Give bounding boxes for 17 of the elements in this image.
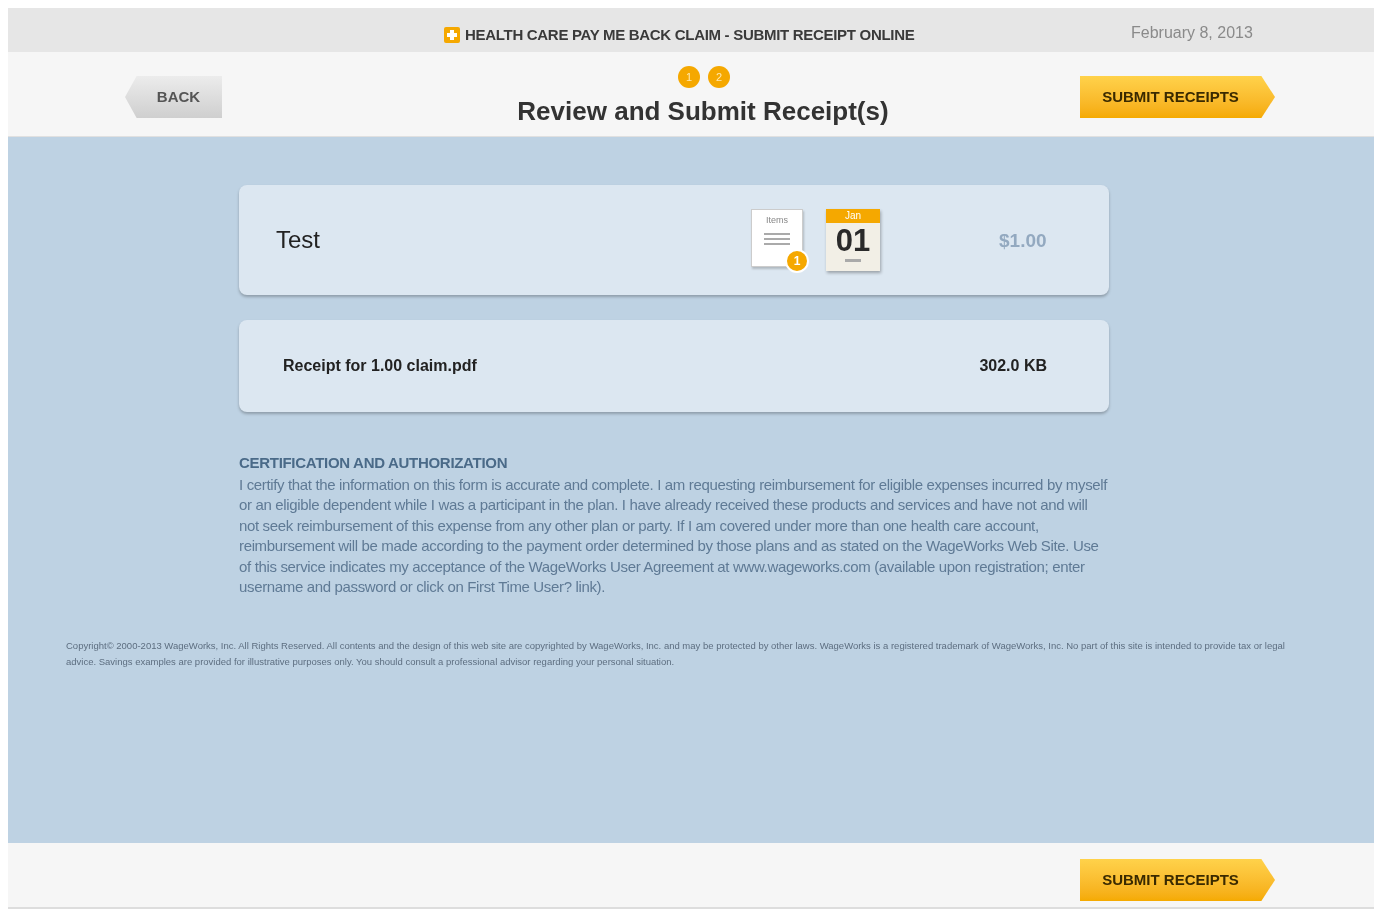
claim-amount: $1.00 (999, 229, 1047, 253)
plus-icon (444, 27, 460, 44)
certification-text: I certify that the information on this form is accurate and complete. I am requesting reimbursement for eligible expenses incurred by myself or an eligible dependent while I was a participant in the plan. I have already received these products and services and have not and will not seek reimbursement of this expense from any other plan or party. If I am covered under more than one health care account, reimbursement will be made according to the payment order determined by those plans and as stated on the WageWorks Web Site. Use of this service indicates my acceptance of the WageWorks User Agreement at www.wageworks.com (available upon registration; enter username and password or click on First Time User? link). (239, 474, 1109, 598)
step-indicator: 2 (708, 66, 730, 88)
submit-receipts-button[interactable]: SUBMIT RECEIPTS (1080, 76, 1275, 118)
header-date: February 8, 2013 (1131, 23, 1253, 43)
submit-receipts-button[interactable]: SUBMIT RECEIPTS (1080, 859, 1275, 901)
attachment-file-name: Receipt for 1.00 claim.pdf (283, 356, 477, 376)
header-title: HEALTH CARE PAY ME BACK CLAIM - SUBMIT RECEIPT ONLINE (465, 25, 915, 45)
back-button[interactable]: BACK (125, 76, 222, 118)
copyright-text: Copyright© 2000-2013 WageWorks, Inc. All Rights Reserved. All contents and the design of this web site are copyrighted by WageWorks, Inc. and may be protected by other laws. WageWorks is a registered trademark of WageWorks, Inc. No part of this site is intended to provide tax or legal advice. Savings examples are provided for illustrative purposes only. You should consult a professional advisor regarding your personal situation. (66, 639, 1286, 669)
attachment-size: 302.0 KB (979, 356, 1047, 376)
claim-name: Test (276, 225, 320, 255)
page-heading: Review and Submit Receipt(s) (516, 95, 890, 128)
step-indicator: 1 (678, 66, 700, 88)
certification-heading: CERTIFICATION AND AUTHORIZATION (239, 453, 509, 473)
calendar-icon: Jan 01 (826, 209, 880, 271)
